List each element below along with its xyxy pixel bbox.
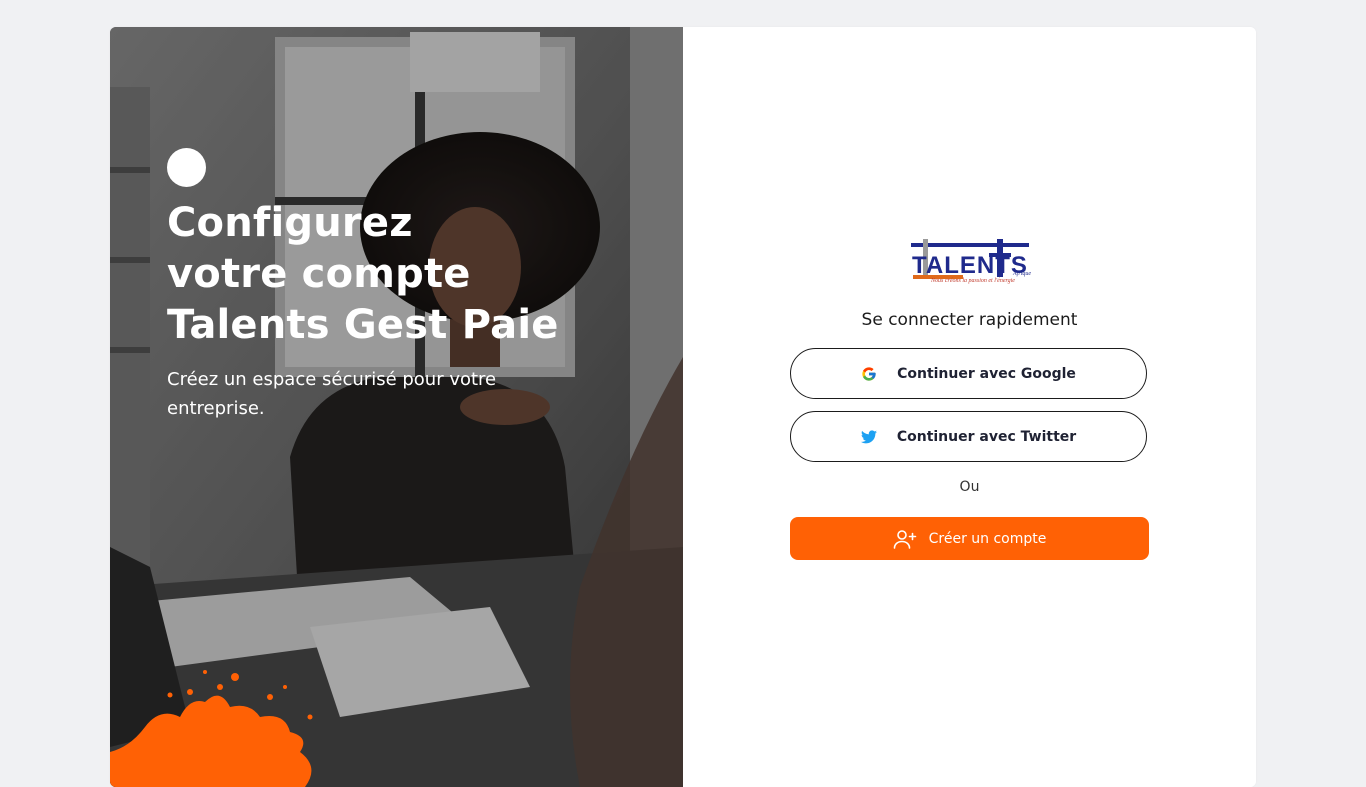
separator-text: Ou — [959, 479, 980, 495]
login-heading: Se connecter rapidement — [861, 310, 1078, 330]
signup-card: Configurez votre compte Talents Gest Pai… — [110, 27, 1256, 787]
google-label: Continuer avec Google — [897, 365, 1076, 382]
hero-title: Configurez votre compte Talents Gest Pai… — [167, 198, 637, 351]
google-icon — [861, 366, 877, 382]
create-account-button[interactable]: Créer un compte — [790, 517, 1149, 560]
logo-tagline: Nous créons la passion et l'énergie — [931, 278, 1015, 284]
talents-logo: TALENTS Afrique Nous créons la passion e… — [911, 239, 1031, 289]
hero-dot — [167, 148, 206, 187]
create-account-label: Créer un compte — [928, 530, 1047, 547]
hero-title-line: Talents Gest Paie — [167, 302, 559, 348]
twitter-label: Continuer avec Twitter — [896, 428, 1077, 445]
continue-google-button[interactable]: Continuer avec Google — [790, 348, 1147, 399]
hero-panel: Configurez votre compte Talents Gest Pai… — [110, 27, 683, 787]
twitter-icon — [860, 429, 877, 444]
user-plus-icon — [893, 529, 917, 549]
hero-subtitle: Créez un espace sécurisé pour votre entr… — [167, 369, 497, 419]
hero-title-line: Configurez — [167, 200, 413, 246]
login-panel: TALENTS Afrique Nous créons la passion e… — [683, 27, 1256, 787]
logo-sub: Afrique — [1013, 271, 1031, 277]
continue-twitter-button[interactable]: Continuer avec Twitter — [790, 411, 1147, 462]
hero-title-line: votre compte — [167, 251, 471, 297]
